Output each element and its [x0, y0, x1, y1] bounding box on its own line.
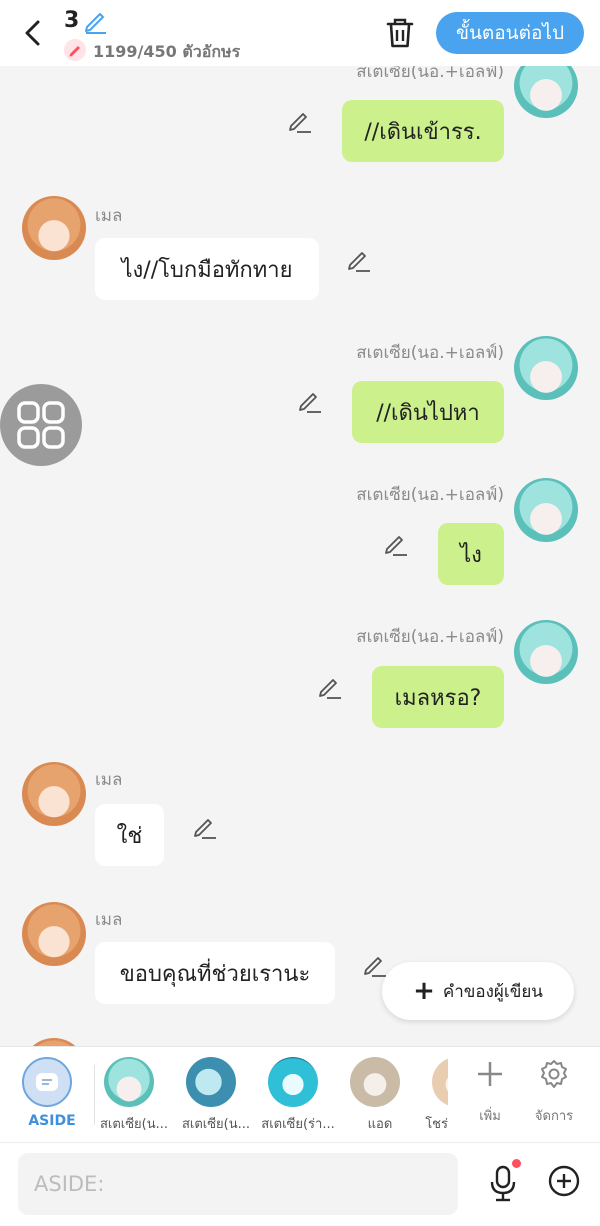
- author-note-label: คำของผู้เขียน: [442, 981, 543, 1002]
- message-input[interactable]: [18, 1153, 458, 1215]
- avatar-mel[interactable]: [22, 196, 86, 260]
- message-bubble[interactable]: //เดินไปหา: [352, 381, 504, 443]
- character-avatar: [104, 1057, 154, 1107]
- character-avatar: [268, 1057, 318, 1107]
- edit-episode-pencil-icon[interactable]: [82, 8, 108, 34]
- count-pencil-badge-icon: [64, 39, 86, 61]
- speaker-name: สเตเซีย(นอ.+เอลฟ์): [356, 485, 504, 505]
- speaker-name: สเตเซีย(นอ.+เอลฟ์): [356, 343, 504, 363]
- character-avatar: [432, 1057, 448, 1107]
- edit-pencil-icon[interactable]: [383, 531, 409, 557]
- avatar-stacia[interactable]: [514, 478, 578, 542]
- message-input-bar: [0, 1142, 600, 1226]
- message-bubble[interactable]: เมลหรอ?: [372, 666, 504, 728]
- character-option[interactable]: สเตเซีย(น...: [176, 1047, 256, 1143]
- edit-pencil-icon[interactable]: [192, 814, 218, 840]
- avatar-stacia[interactable]: [514, 66, 578, 118]
- edit-pencil-icon[interactable]: [346, 247, 372, 273]
- avatar-mel: [22, 1038, 86, 1046]
- trash-icon[interactable]: [384, 16, 416, 50]
- plus-icon: [478, 1062, 502, 1086]
- speaker-name: สเตเซีย(นอ.+เอลฟ์): [356, 66, 504, 82]
- chat-area[interactable]: สเตเซีย(นอ.+เอลฟ์) //เดินเข้ารร. เมล ไง/…: [0, 66, 600, 1046]
- character-option[interactable]: โชร่: [414, 1047, 448, 1143]
- manage-label: จัดการ: [534, 1109, 574, 1124]
- avatar-stacia[interactable]: [514, 620, 578, 684]
- avatar-mel[interactable]: [22, 902, 86, 966]
- character-label: แอด: [367, 1117, 393, 1132]
- character-avatar: [186, 1057, 236, 1107]
- add-circle-icon[interactable]: [548, 1165, 580, 1197]
- character-option[interactable]: แอด: [340, 1047, 420, 1143]
- character-aside[interactable]: ASIDE: [12, 1047, 92, 1143]
- aside-avatar: [22, 1057, 72, 1107]
- episode-number[interactable]: 3: [64, 8, 79, 33]
- edit-pencil-icon[interactable]: [317, 674, 343, 700]
- character-label: สเตเซีย(น...: [99, 1117, 169, 1132]
- next-step-button[interactable]: ขั้นตอนต่อไป: [436, 12, 584, 54]
- top-header: 3 1199/450 ตัวอักษร ขั้นตอนต่อไป: [0, 0, 600, 66]
- message-bubble[interactable]: ใช่: [95, 804, 164, 866]
- character-label: สเตเซีย(น...: [181, 1117, 251, 1132]
- microphone-icon[interactable]: [486, 1163, 520, 1203]
- message-bubble[interactable]: //เดินเข้ารร.: [342, 100, 504, 162]
- character-label: สเตเซีย(ร่า...: [261, 1117, 335, 1132]
- character-option[interactable]: สเตเซีย(น...: [94, 1047, 174, 1143]
- edit-pencil-icon[interactable]: [297, 388, 323, 414]
- character-count: 1199/450 ตัวอักษร: [93, 42, 241, 61]
- avatar-mel[interactable]: [22, 762, 86, 826]
- speaker-name: สเตเซีย(นอ.+เอลฟ์): [356, 627, 504, 647]
- speaker-name: เมล: [95, 206, 123, 226]
- character-avatar: [350, 1057, 400, 1107]
- message-bubble[interactable]: ไง: [438, 523, 504, 585]
- manage-characters-button[interactable]: จัดการ: [524, 1047, 584, 1143]
- edit-pencil-icon[interactable]: [362, 952, 388, 978]
- author-note-button[interactable]: + คำของผู้เขียน: [382, 962, 574, 1020]
- plus-icon: +: [413, 976, 435, 1006]
- grid-menu-icon: [17, 401, 65, 449]
- speaker-name: เมล: [95, 770, 123, 790]
- message-bubble[interactable]: ขอบคุณที่ช่วยเรานะ: [95, 942, 335, 1004]
- avatar-stacia[interactable]: [514, 336, 578, 400]
- add-label: เพิ่ม: [479, 1109, 501, 1124]
- character-option[interactable]: สเตเซีย(ร่า...: [258, 1047, 338, 1143]
- gear-icon: [541, 1060, 567, 1088]
- character-label: โชร่: [425, 1117, 448, 1132]
- back-arrow-icon[interactable]: [18, 16, 48, 50]
- notification-dot: [512, 1159, 521, 1168]
- aside-label: ASIDE: [28, 1113, 76, 1129]
- grid-menu-button[interactable]: [0, 384, 82, 466]
- message-bubble[interactable]: ไง//โบกมือทักทาย: [95, 238, 319, 300]
- edit-pencil-icon[interactable]: [287, 108, 313, 134]
- character-selector-bar: ASIDE สเตเซีย(น... สเตเซีย(น... สเตเซีย(…: [0, 1046, 600, 1142]
- add-character-button[interactable]: เพิ่ม: [460, 1047, 520, 1143]
- speaker-name: เมล: [95, 910, 123, 930]
- chat-bubble-icon: [36, 1073, 58, 1091]
